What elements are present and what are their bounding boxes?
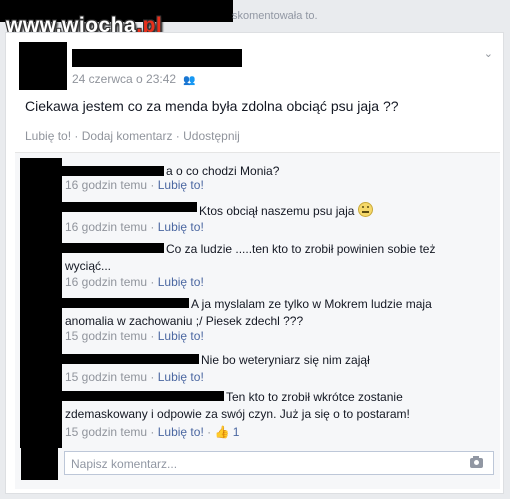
comment-text-cont: zdemaskowany i odpowie za swój czyn. Już…	[65, 407, 410, 421]
comment-time[interactable]: 15 godzin temu	[65, 425, 147, 439]
share-button[interactable]: Udostępnij	[183, 129, 240, 143]
comment-like-button[interactable]: Lubię to!	[158, 425, 204, 439]
comment-meta: 15 godzin temu · Lubię to!	[65, 329, 204, 343]
comment-input-placeholder: Napisz komentarz...	[71, 457, 178, 471]
comment-like-button[interactable]: Lubię to!	[158, 329, 204, 343]
add-comment-button[interactable]: Dodaj komentarz	[82, 129, 173, 143]
comment-time[interactable]: 15 godzin temu	[65, 370, 147, 384]
comment-meta: 16 godzin temu · Lubię to!	[65, 275, 204, 289]
comment-avatar-redacted	[20, 158, 62, 448]
comment-text: a o co chodzi Monia?	[166, 164, 280, 178]
post-actions: Lubię to! · Dodaj komentarz · Udostępnij	[25, 129, 240, 143]
comment-time[interactable]: 16 godzin temu	[65, 220, 147, 234]
comment-input[interactable]: Napisz komentarz...	[64, 451, 494, 475]
commenter-name-redacted[interactable]	[62, 391, 224, 401]
author-avatar-redacted	[19, 42, 67, 90]
frown-emoji-icon	[357, 202, 373, 217]
separator: ·	[74, 129, 79, 143]
comment-time[interactable]: 15 godzin temu	[65, 329, 147, 343]
separator: ·	[175, 129, 180, 143]
comment-like-button[interactable]: Lubię to!	[158, 178, 204, 192]
friends-audience-icon[interactable]: 👥	[183, 75, 195, 86]
comment-time[interactable]: 16 godzin temu	[65, 275, 147, 289]
commenter-name-redacted[interactable]	[62, 202, 197, 212]
comment-time[interactable]: 16 godzin temu	[65, 178, 147, 192]
comment-text: Co za ludzie .....ten kto to zrobił powi…	[166, 242, 436, 256]
comment-like-button[interactable]: Lubię to!	[158, 220, 204, 234]
comment-text-cont: anomalia w zachowaniu ;/ Piesek zdechl ?…	[65, 314, 304, 328]
comment-text: Ten kto to zrobił wkrótce zostanie	[226, 390, 403, 404]
post-text: Ciekawa jestem co za menda była zdolna o…	[25, 98, 399, 114]
camera-icon[interactable]	[470, 456, 483, 468]
header-text: skomentowała to.	[232, 10, 318, 22]
comment-text: Nie bo weteryniarz się nim zajął	[201, 353, 370, 367]
comment-meta: 15 godzin temu · Lubię to! · 👍 1	[65, 425, 240, 439]
comment-like-button[interactable]: Lubię to!	[158, 275, 204, 289]
comment-like-button[interactable]: Lubię to!	[158, 370, 204, 384]
comment-like-count[interactable]: 1	[233, 425, 240, 439]
commenter-name-redacted[interactable]	[62, 166, 164, 176]
post-timestamp[interactable]: 24 czerwca o 23:42	[72, 72, 176, 86]
post-meta: 24 czerwca o 23:42 👥	[72, 72, 196, 86]
commenter-name-redacted[interactable]	[62, 298, 189, 308]
like-button[interactable]: Lubię to!	[25, 129, 71, 143]
commenter-name-redacted[interactable]	[62, 243, 164, 253]
comment-text-cont: wyciąć...	[65, 259, 112, 273]
viewer-avatar-redacted	[21, 446, 58, 480]
chevron-down-icon[interactable]: ⌄	[484, 47, 493, 60]
comment-meta: 16 godzin temu · Lubię to!	[65, 178, 204, 192]
comment-text: Ktos obciął naszemu psu jaja	[199, 202, 373, 219]
comment-text: A ja myslalam ze tylko w Mokrem ludzie m…	[191, 297, 432, 311]
commenter-name-redacted[interactable]	[62, 354, 199, 364]
thumbs-up-icon: 👍	[214, 425, 230, 439]
comment-meta: 16 godzin temu · Lubię to!	[65, 220, 204, 234]
comment-meta: 15 godzin temu · Lubię to!	[65, 370, 204, 384]
author-name-redacted[interactable]	[72, 49, 242, 67]
